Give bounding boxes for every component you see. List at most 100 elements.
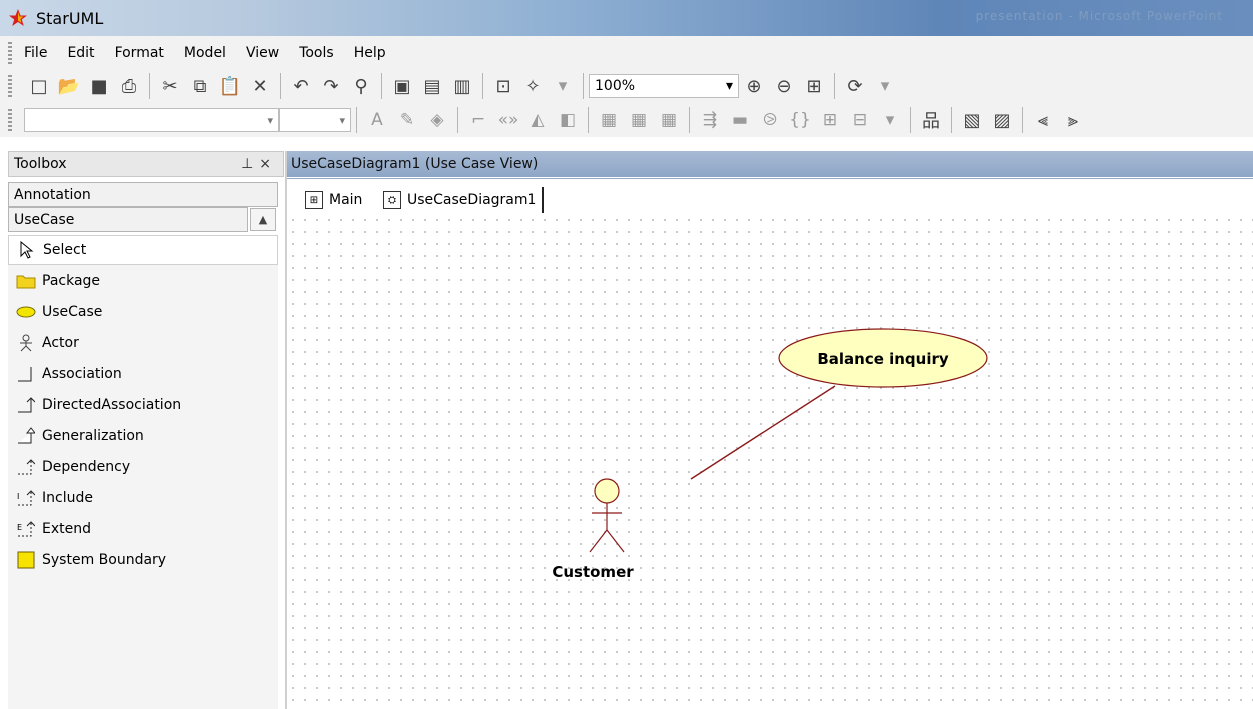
chevron-down-icon[interactable]: ▾ [339,114,345,127]
menu-view[interactable]: View [246,45,279,61]
pin-icon[interactable]: ⊥ [241,156,259,172]
paste-icon[interactable]: 📋 [215,73,245,99]
include-icon: I [16,488,36,508]
category-annotation[interactable]: Annotation [8,182,278,207]
show-compartment-icon[interactable]: ▬ [725,107,755,133]
zoom-value: 100% [595,78,636,94]
font-name-combobox[interactable]: ▾ [24,108,279,132]
refresh-icon[interactable]: ⟳ [840,73,870,99]
redo-icon[interactable]: ↷ [316,73,346,99]
tool-label: Actor [42,335,79,351]
delete-icon[interactable]: ✕ [245,73,275,99]
diagram-canvas[interactable]: Balance inquiry Customer [287,214,1253,709]
line-style-icon[interactable]: ⌐ [463,107,493,133]
menu-format[interactable]: Format [115,45,164,61]
fill-color-icon[interactable]: ◈ [422,107,452,133]
align-left-icon[interactable]: ⫷ [1028,107,1058,133]
save-icon[interactable]: ■ [84,73,114,99]
font-icon[interactable]: A [362,107,392,133]
show-visibility-icon[interactable]: ⊟ [845,107,875,133]
scroll-up-button[interactable]: ▲ [250,208,276,231]
toolbar-separator [356,107,357,133]
zoom-combobox[interactable]: 100% ▾ [589,74,739,98]
close-icon[interactable]: × [259,156,277,172]
tool-generalization[interactable]: Generalization [8,421,278,451]
cut-icon[interactable]: ✂ [155,73,185,99]
auto-resize-icon[interactable]: ◭ [523,107,553,133]
pen-color-icon[interactable]: ✎ [392,107,422,133]
toolbar-separator [689,107,690,133]
menubar-grip[interactable] [8,41,12,64]
suppress-operations-icon[interactable]: ▦ [624,107,654,133]
chevron-down-icon[interactable]: ▾ [267,114,273,127]
word-wrap-icon[interactable]: ⇶ [695,107,725,133]
diagram-tool-2-icon[interactable]: ▤ [417,73,447,99]
tool-include[interactable]: I Include [8,483,278,513]
tool-extend[interactable]: E Extend [8,514,278,544]
tab-main[interactable]: ⊞ Main [305,187,362,213]
chevron-down-icon[interactable]: ▾ [726,78,733,94]
menu-tools[interactable]: Tools [299,45,334,61]
open-folder-icon[interactable]: 📂 [54,73,84,99]
toolbar-separator [588,107,589,133]
category-usecase[interactable]: UseCase [8,207,248,232]
find-icon[interactable]: ⚲ [346,73,376,99]
suppress-literals-icon[interactable]: ▦ [654,107,684,133]
tool-association[interactable]: Association [8,359,278,389]
export-icon[interactable]: ⊡ [488,73,518,99]
title-bar: StarUML presentation - Microsoft PowerPo… [0,0,1253,36]
toolbar-separator [280,73,281,99]
toolbar-more-icon[interactable]: ▾ [870,73,900,99]
tool-label: Select [43,242,87,258]
toolbar-separator [583,73,584,99]
system-boundary-icon [16,550,36,570]
fit-to-window-icon[interactable]: ⊞ [799,73,829,99]
show-parent-icon[interactable]: ⊞ [815,107,845,133]
tool-system-boundary[interactable]: System Boundary [8,545,278,575]
menu-help[interactable]: Help [354,45,386,61]
tool-directed-association[interactable]: DirectedAssociation [8,390,278,420]
toolbar-separator [834,73,835,99]
actor-icon [16,333,36,353]
bring-to-front-icon[interactable]: ▧ [957,107,987,133]
tab-usecasediagram1[interactable]: ⛭ UseCaseDiagram1 [383,187,545,213]
toolbar-grip[interactable] [8,75,12,97]
toolbar-more-icon[interactable]: ▾ [875,107,905,133]
zoom-out-icon[interactable]: ⊖ [769,73,799,99]
toolbar-more-icon[interactable]: ▾ [548,73,578,99]
new-file-icon[interactable]: □ [24,73,54,99]
align-icon[interactable]: ◧ [553,107,583,133]
diagram-tool-3-icon[interactable]: ▥ [447,73,477,99]
undo-icon[interactable]: ↶ [286,73,316,99]
show-operation-signature-icon[interactable]: ⧁ [755,107,785,133]
tool-dependency[interactable]: Dependency [8,452,278,482]
suppress-attributes-icon[interactable]: ▦ [594,107,624,133]
association-line[interactable] [690,385,836,480]
send-to-back-icon[interactable]: ▨ [987,107,1017,133]
tool-label: Extend [42,521,91,537]
actor-figure[interactable] [589,478,625,553]
wizard-icon[interactable]: ✧ [518,73,548,99]
align-right-icon[interactable]: ⫸ [1058,107,1088,133]
tool-select[interactable]: Select [8,235,278,265]
svg-text:I: I [17,492,19,501]
stereotype-icon[interactable]: «» [493,107,523,133]
menu-edit[interactable]: Edit [67,45,94,61]
tool-actor[interactable]: Actor [8,328,278,358]
menu-model[interactable]: Model [184,45,226,61]
actor-label: Customer [552,563,634,581]
copy-icon[interactable]: ⧉ [185,73,215,99]
show-properties-icon[interactable]: {} [785,107,815,133]
toolbar-grip[interactable] [8,109,12,131]
zoom-in-icon[interactable]: ⊕ [739,73,769,99]
diagram-tool-1-icon[interactable]: ▣ [387,73,417,99]
menu-file[interactable]: File [24,45,47,61]
print-icon[interactable]: ⎙ [114,73,144,99]
staruml-logo-icon [9,9,27,26]
tool-package[interactable]: Package [8,266,278,296]
toolbar-separator [1022,107,1023,133]
toolbox-title: Toolbox [14,156,67,172]
layout-icon[interactable]: 品 [916,107,946,133]
tool-usecase[interactable]: UseCase [8,297,278,327]
font-size-combobox[interactable]: ▾ [279,108,351,132]
